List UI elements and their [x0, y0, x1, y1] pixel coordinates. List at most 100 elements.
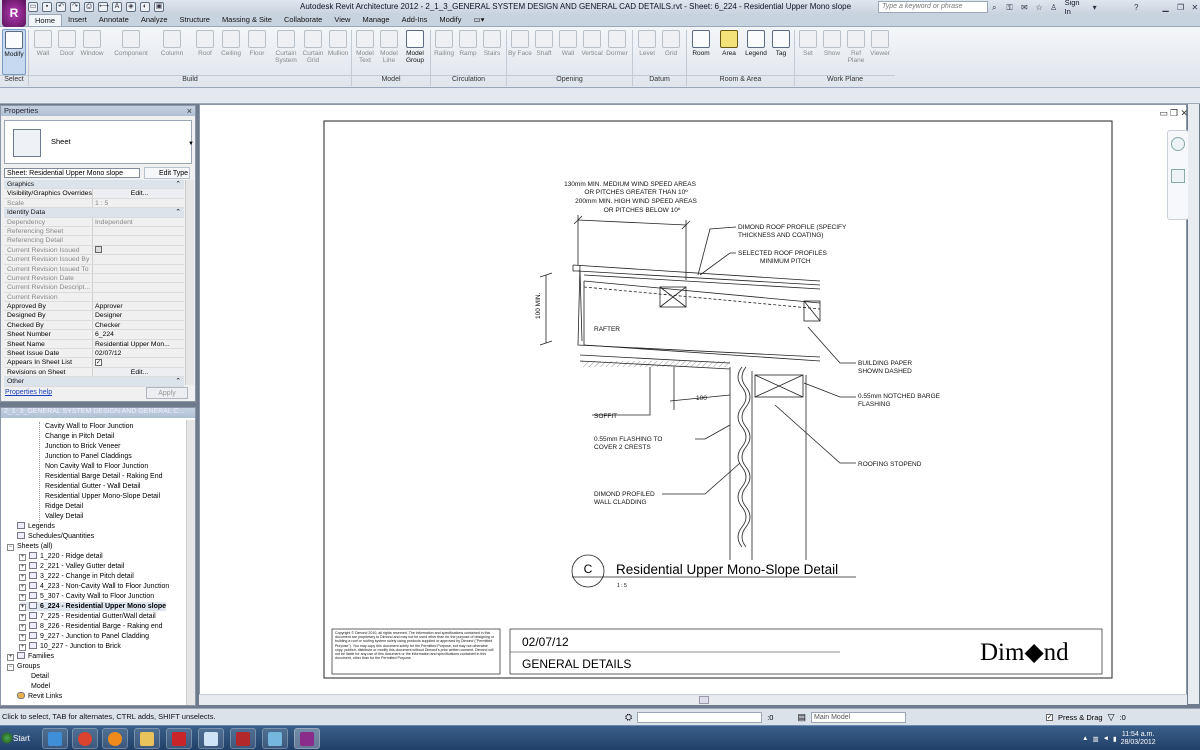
property-value[interactable]: Designer: [93, 311, 184, 319]
property-edit-button[interactable]: Edit...: [95, 367, 184, 377]
property-edit-button[interactable]: Edit...: [95, 189, 184, 198]
explorer-taskbar-icon[interactable]: [134, 728, 160, 749]
door-button[interactable]: Door: [55, 29, 79, 75]
browser-item[interactable]: Residential Upper Mono-Slope Detail: [45, 492, 160, 501]
property-row[interactable]: Current Revision Issued To: [4, 264, 184, 274]
design-options-icon[interactable]: ▤: [797, 712, 806, 723]
browser-item[interactable]: +8_226 - Residential Barge - Raking end: [19, 622, 163, 631]
help-search-input[interactable]: Type a keyword or phrase: [878, 1, 988, 13]
modify-button[interactable]: Modify: [2, 29, 26, 75]
component-button[interactable]: Component: [113, 29, 149, 75]
show-hidden-icons-icon[interactable]: ▲: [1082, 735, 1088, 742]
dormer-button[interactable]: Dormer: [605, 29, 629, 75]
by-face-button[interactable]: By Face: [508, 29, 532, 75]
tab-annotate[interactable]: Annotate: [93, 14, 135, 26]
model-group-button[interactable]: Model Group: [402, 29, 428, 75]
property-value[interactable]: Residential Upper Mon...: [93, 340, 184, 348]
tab-view[interactable]: View: [328, 14, 356, 26]
browser-item[interactable]: Schedules/Quantities: [17, 532, 94, 541]
ceiling-button[interactable]: Ceiling: [219, 29, 243, 75]
property-category[interactable]: Other ⌃: [4, 377, 184, 387]
property-row[interactable]: Designed By Designer: [4, 311, 184, 321]
browser-item[interactable]: +10_227 - Junction to Brick: [19, 642, 121, 651]
network-icon[interactable]: ▥: [1092, 735, 1098, 743]
legend-button[interactable]: Legend: [742, 29, 770, 75]
browser-item[interactable]: Residential Gutter - Wall Detail: [45, 482, 140, 491]
tag-button[interactable]: Tag: [769, 29, 793, 75]
tab-modify[interactable]: Modify: [433, 14, 467, 26]
tab-analyze[interactable]: Analyze: [135, 14, 174, 26]
column-button[interactable]: Column: [160, 29, 184, 75]
ramp-button[interactable]: Ramp: [456, 29, 480, 75]
print-icon[interactable]: ⎙: [84, 2, 94, 12]
room-button[interactable]: Room: [689, 29, 713, 75]
chevron-down-icon[interactable]: ▼: [188, 141, 194, 147]
chevron-down-icon[interactable]: ▾: [1093, 3, 1102, 12]
curtain-grid-button[interactable]: Curtain Grid: [300, 29, 326, 75]
viewer-button[interactable]: Viewer: [868, 29, 892, 75]
property-row[interactable]: Dependency Independent: [4, 217, 184, 227]
save-icon[interactable]: ▪: [42, 2, 52, 12]
browser-item[interactable]: Residential Barge Detail - Raking End: [45, 472, 163, 481]
vertical-scrollbar[interactable]: [1188, 104, 1199, 704]
group-label-room-area[interactable]: Room & Area: [687, 75, 794, 87]
browser-item[interactable]: +6_224 - Residential Upper Mono slope: [19, 602, 167, 611]
search-icon[interactable]: ⌕: [992, 3, 1001, 12]
expand-icon[interactable]: +: [19, 624, 26, 631]
expand-icon[interactable]: +: [19, 634, 26, 641]
collapse-icon[interactable]: ⌃: [175, 208, 184, 216]
instance-filter-select[interactable]: Sheet: Residential Upper Mono slope: [4, 168, 140, 178]
property-category[interactable]: Graphics ⌃: [4, 180, 184, 190]
browser-item[interactable]: Cavity Wall to Floor Junction: [45, 422, 133, 431]
subscription-icon[interactable]: ⚿: [1007, 3, 1016, 12]
property-row[interactable]: Visibility/Graphics Overrides Edit...: [4, 189, 184, 199]
property-row[interactable]: Current Revision: [4, 292, 184, 303]
expand-icon[interactable]: +: [19, 554, 26, 561]
property-value[interactable]: [93, 236, 184, 244]
property-row[interactable]: Revisions on Sheet Edit...: [4, 367, 184, 378]
browser-item[interactable]: +7_225 - Residential Gutter/Wall detail: [19, 612, 156, 621]
steering-wheel-icon[interactable]: [1171, 137, 1185, 151]
browser-item[interactable]: − Sheets (all): [7, 542, 52, 551]
property-row[interactable]: Checked By Checker: [4, 320, 184, 331]
browser-item[interactable]: +2_221 - Valley Gutter detail: [19, 562, 124, 571]
floor-button[interactable]: Floor: [245, 29, 269, 75]
help-button[interactable]: ?: [1134, 3, 1143, 12]
tab-structure[interactable]: Structure: [174, 14, 216, 26]
expand-icon[interactable]: +: [19, 574, 26, 581]
property-value[interactable]: Edit...: [93, 189, 184, 198]
show-button[interactable]: Show: [820, 29, 844, 75]
close-icon[interactable]: ✕: [1192, 3, 1200, 12]
group-label-select[interactable]: Select: [0, 75, 28, 87]
property-value[interactable]: ✓: [93, 358, 184, 367]
undo-icon[interactable]: ↶: [56, 2, 66, 12]
restore-icon[interactable]: ❐: [1177, 3, 1186, 12]
measure-icon[interactable]: ⟷: [98, 2, 109, 12]
property-value[interactable]: Checker: [93, 321, 184, 329]
property-row[interactable]: Scale 1 : 5: [4, 198, 184, 209]
stairs-button[interactable]: Stairs: [480, 29, 504, 75]
close-hidden-icon[interactable]: ▣: [154, 2, 164, 12]
drawing-area[interactable]: ▭ ❐ ✕ 130mm MIN. MEDIUM WIND SPEED AREAS…: [199, 104, 1188, 704]
browser-item[interactable]: +5_307 - Cavity Wall to Floor Junction: [19, 592, 154, 601]
browser-item[interactable]: + Families: [7, 652, 54, 661]
property-checkbox[interactable]: [95, 245, 102, 253]
expand-icon[interactable]: +: [19, 604, 26, 611]
property-row[interactable]: Referencing Sheet: [4, 226, 184, 237]
press-drag-checkbox[interactable]: ✓: [1045, 714, 1053, 721]
collapse-icon[interactable]: ⌃: [175, 180, 184, 188]
apply-button[interactable]: Apply: [146, 387, 188, 399]
model-line-button[interactable]: Model Line: [377, 29, 401, 75]
property-value[interactable]: [93, 245, 184, 254]
property-value[interactable]: Independent: [93, 218, 184, 226]
chrome-taskbar-icon[interactable]: [72, 728, 98, 749]
browser-item[interactable]: Valley Detail: [45, 512, 83, 521]
shaft-button[interactable]: Shaft: [532, 29, 556, 75]
media-player-taskbar-icon[interactable]: [102, 728, 128, 749]
property-value[interactable]: Approver: [93, 302, 184, 310]
browser-item[interactable]: Legends: [17, 522, 55, 531]
expand-icon[interactable]: +: [19, 614, 26, 621]
browser-item[interactable]: Revit Links: [17, 692, 62, 701]
properties-scrollbar[interactable]: [185, 180, 194, 385]
level-button[interactable]: Level: [635, 29, 659, 75]
